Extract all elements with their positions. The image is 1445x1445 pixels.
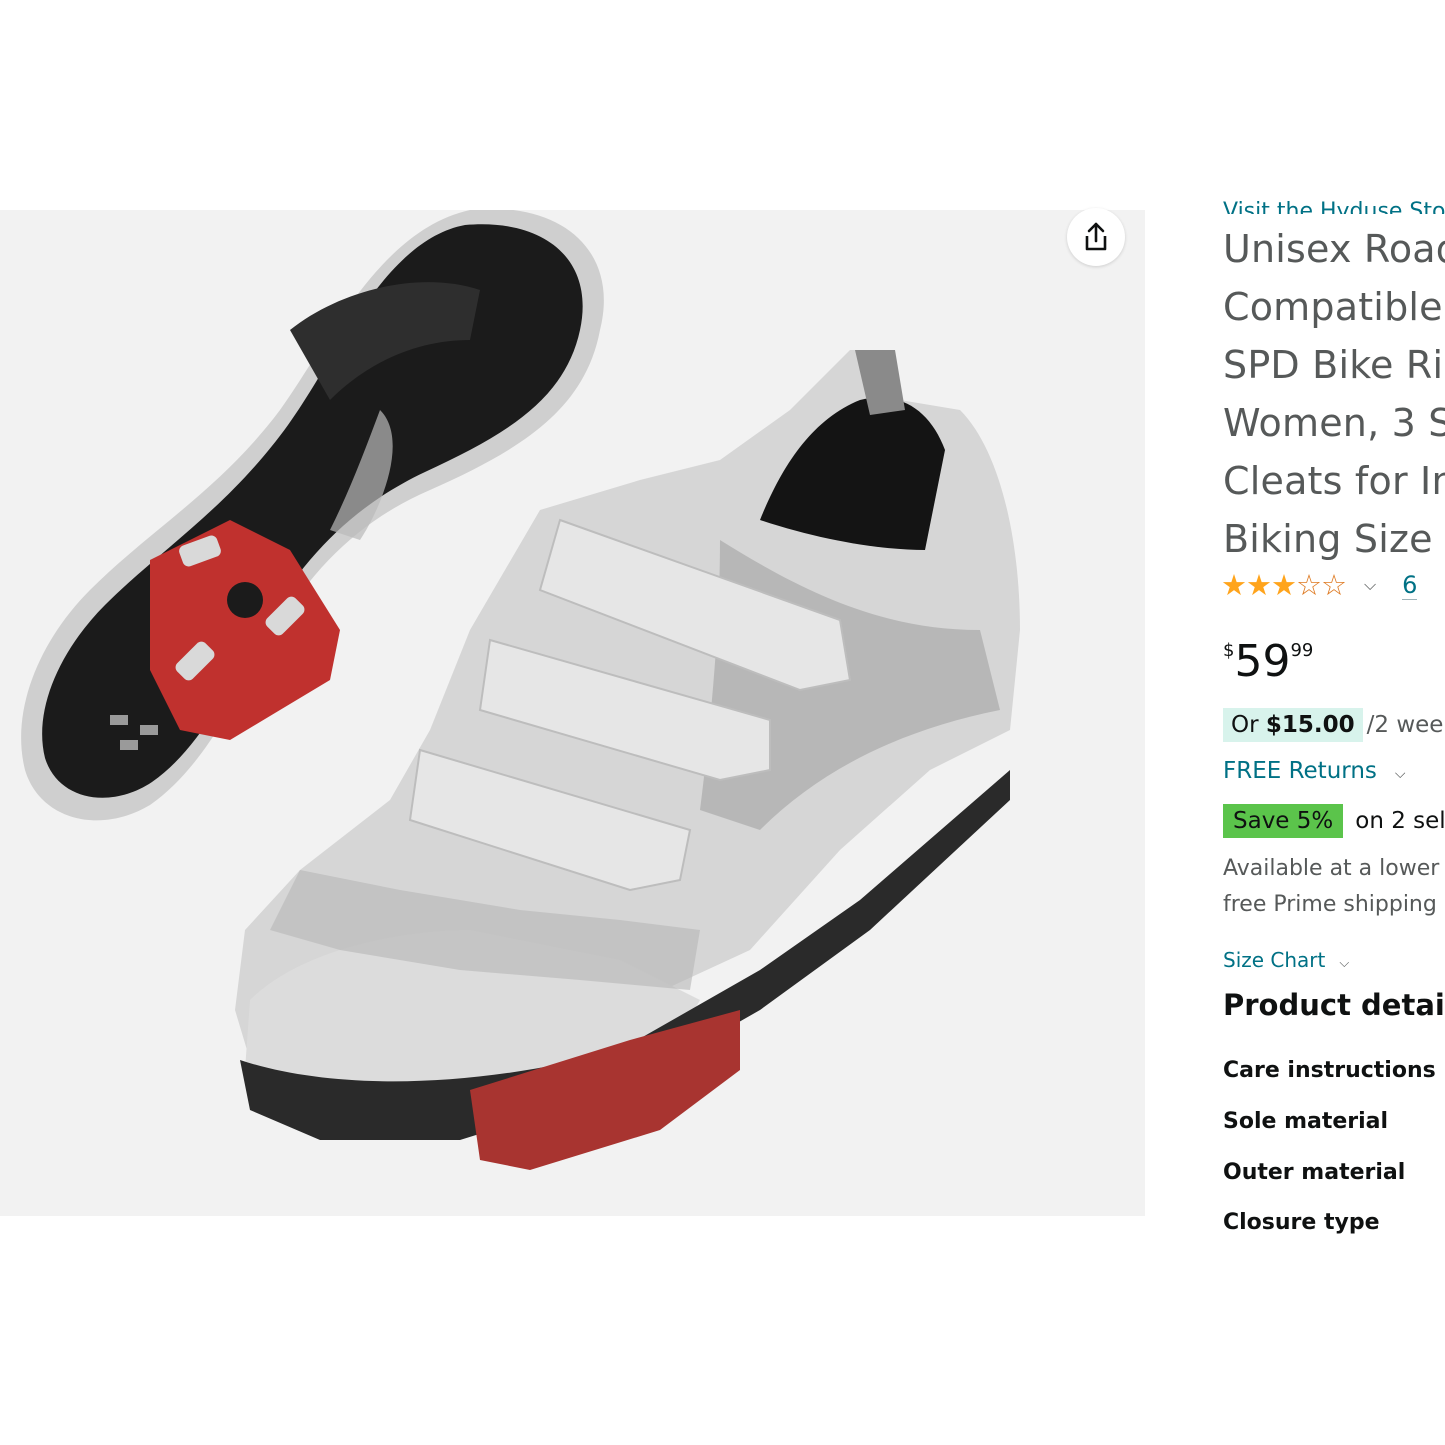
star-rating: ★★★☆☆ (1221, 568, 1347, 602)
price-fraction: 99 (1290, 640, 1314, 661)
detail-label-outer: Outer material (1223, 1160, 1406, 1185)
product-title-line-5: Cleats for In (1223, 459, 1445, 503)
product-details-heading: Product details (1223, 988, 1445, 1022)
rating-row[interactable]: ★★★☆☆ ⌵ 6 (1221, 568, 1418, 602)
installment-suffix: /2 week (1366, 712, 1445, 738)
installment-pill: Or $15.00 (1223, 708, 1363, 742)
installment-amount: $15.00 (1265, 712, 1355, 738)
free-returns-link[interactable]: FREE Returns ⌵ (1223, 758, 1406, 784)
share-button[interactable] (1067, 208, 1125, 266)
availability-line-1: Available at a lower (1223, 856, 1440, 881)
detail-label-sole: Sole material (1223, 1109, 1389, 1134)
product-info-column: Visit the Hyduse Store Unisex Road Compa… (1145, 0, 1445, 1445)
share-icon (1085, 222, 1107, 251)
stars-filled: ★★★ (1221, 568, 1297, 602)
store-link[interactable]: Visit the Hyduse Store (1223, 186, 1445, 214)
installment-prefix: Or (1231, 712, 1259, 738)
price-symbol: $ (1223, 640, 1235, 661)
price-whole: 59 (1234, 636, 1291, 687)
chevron-down-icon: ⌵ (1339, 956, 1350, 971)
rating-count[interactable]: 6 (1402, 571, 1418, 600)
chevron-down-icon: ⌵ (1394, 766, 1406, 782)
save-offer-text: on 2 sele (1355, 808, 1445, 834)
product-title-line-2: Compatible (1223, 285, 1443, 329)
cycling-shoe-illustration (21, 210, 1020, 1170)
product-image[interactable] (0, 210, 1145, 1216)
price: $5999 (1223, 636, 1313, 688)
size-chart-label: Size Chart (1223, 948, 1326, 972)
product-title-line-3: SPD Bike Ri (1223, 343, 1444, 387)
detail-label-closure: Closure type (1223, 1210, 1380, 1235)
size-chart-link[interactable]: Size Chart ⌵ (1223, 948, 1349, 972)
chevron-down-icon[interactable]: ⌵ (1364, 575, 1376, 595)
installment-offer[interactable]: Or $15.00 /2 week (1223, 708, 1445, 742)
product-title-line-6: Biking Size (1223, 517, 1433, 561)
product-title-line-4: Women, 3 S (1223, 401, 1445, 445)
save-offer: Save 5% on 2 sele (1223, 804, 1445, 838)
availability-line-2: free Prime shipping (1223, 892, 1437, 917)
save-badge: Save 5% (1223, 804, 1344, 838)
product-title-line-1: Unisex Road (1223, 227, 1445, 271)
stars-empty: ☆☆ (1296, 568, 1347, 602)
free-returns-label: FREE Returns (1223, 758, 1377, 784)
detail-label-care: Care instructions (1223, 1058, 1436, 1083)
